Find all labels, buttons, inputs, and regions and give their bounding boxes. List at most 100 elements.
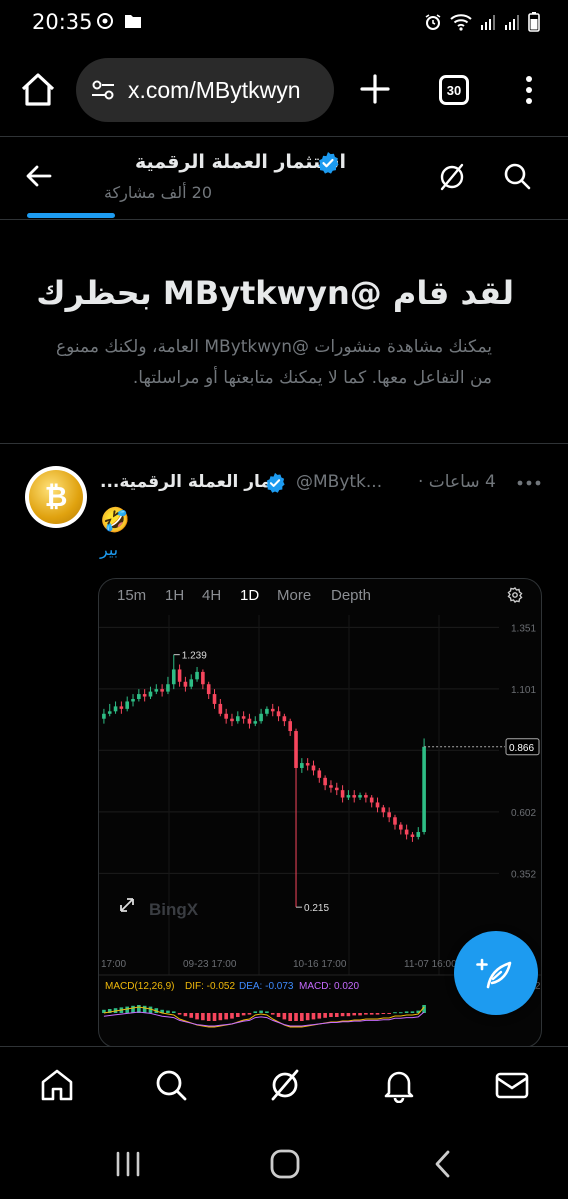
candle [311, 765, 316, 771]
candle [177, 669, 182, 682]
macd-bar [294, 1013, 298, 1021]
candle [422, 746, 426, 833]
url-text[interactable]: x.com/MBytkwyn [128, 77, 301, 104]
macd-bar [282, 1013, 287, 1020]
more-horizontal-icon[interactable] [516, 478, 542, 488]
recent-apps-icon[interactable] [112, 1148, 144, 1180]
folder-icon [125, 15, 141, 28]
signal-icon [481, 15, 495, 30]
chart-tab-4h: 4H [202, 587, 222, 604]
messages-envelope-icon[interactable] [494, 1067, 530, 1103]
macd-bar [317, 1013, 322, 1019]
macd-dea-label: DEA: -0.073 [239, 981, 294, 992]
candle [119, 706, 124, 709]
new-tab-icon[interactable] [358, 72, 392, 106]
channel-name: استثمار العملة الرقمية [134, 151, 346, 173]
candle [334, 787, 339, 791]
post-author[interactable]: ...مار العملة الرقمية [100, 472, 271, 492]
macd-bar [375, 1013, 380, 1015]
candle [247, 718, 252, 724]
macd-bar [247, 1013, 252, 1015]
macd-bar [369, 1013, 374, 1015]
candle [171, 669, 176, 685]
chart-tab-depth: Depth [331, 587, 372, 604]
macd-value-label: MACD: 0.020 [299, 981, 359, 992]
macd-bar [224, 1013, 228, 1020]
back-arrow-icon[interactable] [24, 161, 54, 191]
x-tick-label: 09-23 17:00 [183, 959, 237, 970]
chart-tab-15m: 15m [117, 587, 147, 604]
macd-bar [218, 1013, 223, 1021]
blocked-notice: لقد قام @MBytkwyn بحظرك يمكنك مشاهدة منش… [0, 222, 568, 444]
macd-bar [125, 1006, 130, 1013]
candle [107, 711, 112, 714]
macd-bar [265, 1011, 269, 1013]
current-price-label: 0.866 [509, 743, 534, 754]
site-settings-icon[interactable] [90, 77, 116, 103]
candle [183, 681, 188, 687]
macd-bar [387, 1013, 391, 1014]
candle [166, 684, 170, 692]
candle [375, 802, 380, 808]
candle [300, 763, 304, 768]
more-vertical-icon[interactable] [520, 74, 538, 106]
candle [288, 721, 293, 732]
macd-bar [212, 1013, 217, 1021]
candle [131, 699, 135, 702]
search-icon[interactable] [502, 161, 532, 191]
macd-bar [329, 1013, 333, 1017]
candle [154, 689, 159, 692]
macd-bar [300, 1013, 304, 1021]
grok-nav-icon[interactable] [267, 1067, 303, 1103]
tab-count: 30 [446, 82, 462, 98]
candle [346, 795, 351, 798]
tab-switcher-button[interactable]: 30 [439, 75, 469, 105]
macd-bar [305, 1013, 310, 1021]
candle [235, 716, 240, 722]
android-home-icon[interactable] [269, 1148, 301, 1180]
profile-header: استثمار العملة الرقمية 20 ألف مشاركة [0, 136, 568, 220]
compose-feather-icon [476, 958, 512, 989]
address-bar[interactable]: x.com/MBytkwyn [76, 58, 334, 122]
candle [259, 713, 263, 722]
notifications-bell-icon[interactable] [381, 1067, 417, 1103]
x-tick-label: 10-16 17:00 [293, 959, 347, 970]
candle [358, 795, 362, 798]
avatar[interactable]: ₿ [25, 466, 87, 528]
macd-bar [270, 1013, 275, 1015]
candle [212, 694, 217, 704]
candle [323, 777, 327, 786]
candle [398, 824, 403, 830]
candle [230, 718, 234, 722]
macd-bar [358, 1013, 362, 1016]
candle [364, 795, 368, 798]
translate-link[interactable]: بير [100, 540, 118, 559]
macd-bar [323, 1013, 327, 1018]
candle [201, 671, 205, 685]
post-handle[interactable]: @MBytk... [296, 472, 382, 492]
status-right-icons [424, 12, 540, 32]
verified-badge-icon [318, 152, 339, 174]
candle [282, 716, 287, 722]
explore-search-icon[interactable] [153, 1067, 189, 1103]
candle [160, 689, 164, 692]
macd-bar [183, 1013, 188, 1017]
macd-bar [166, 1010, 170, 1013]
macd-bar [142, 1005, 147, 1013]
android-system-navigation [0, 1130, 568, 1199]
post-time[interactable]: 4 ساعات · [418, 472, 496, 492]
wifi-icon [450, 14, 472, 31]
compose-button[interactable] [454, 931, 538, 1015]
android-back-icon[interactable] [428, 1148, 460, 1180]
macd-bar [171, 1011, 176, 1013]
candle [241, 716, 246, 719]
blocked-description: يمكنك مشاهدة منشورات @MBytkwyn العامة، و… [55, 337, 492, 388]
home-nav-icon[interactable] [39, 1067, 75, 1103]
macd-bar [410, 1011, 415, 1013]
candle [142, 694, 147, 697]
candle [317, 770, 322, 778]
home-icon[interactable] [18, 70, 58, 110]
macd-bar [201, 1013, 205, 1021]
grok-icon[interactable] [436, 161, 468, 193]
macd-label: MACD(12,26,9) [105, 981, 174, 992]
